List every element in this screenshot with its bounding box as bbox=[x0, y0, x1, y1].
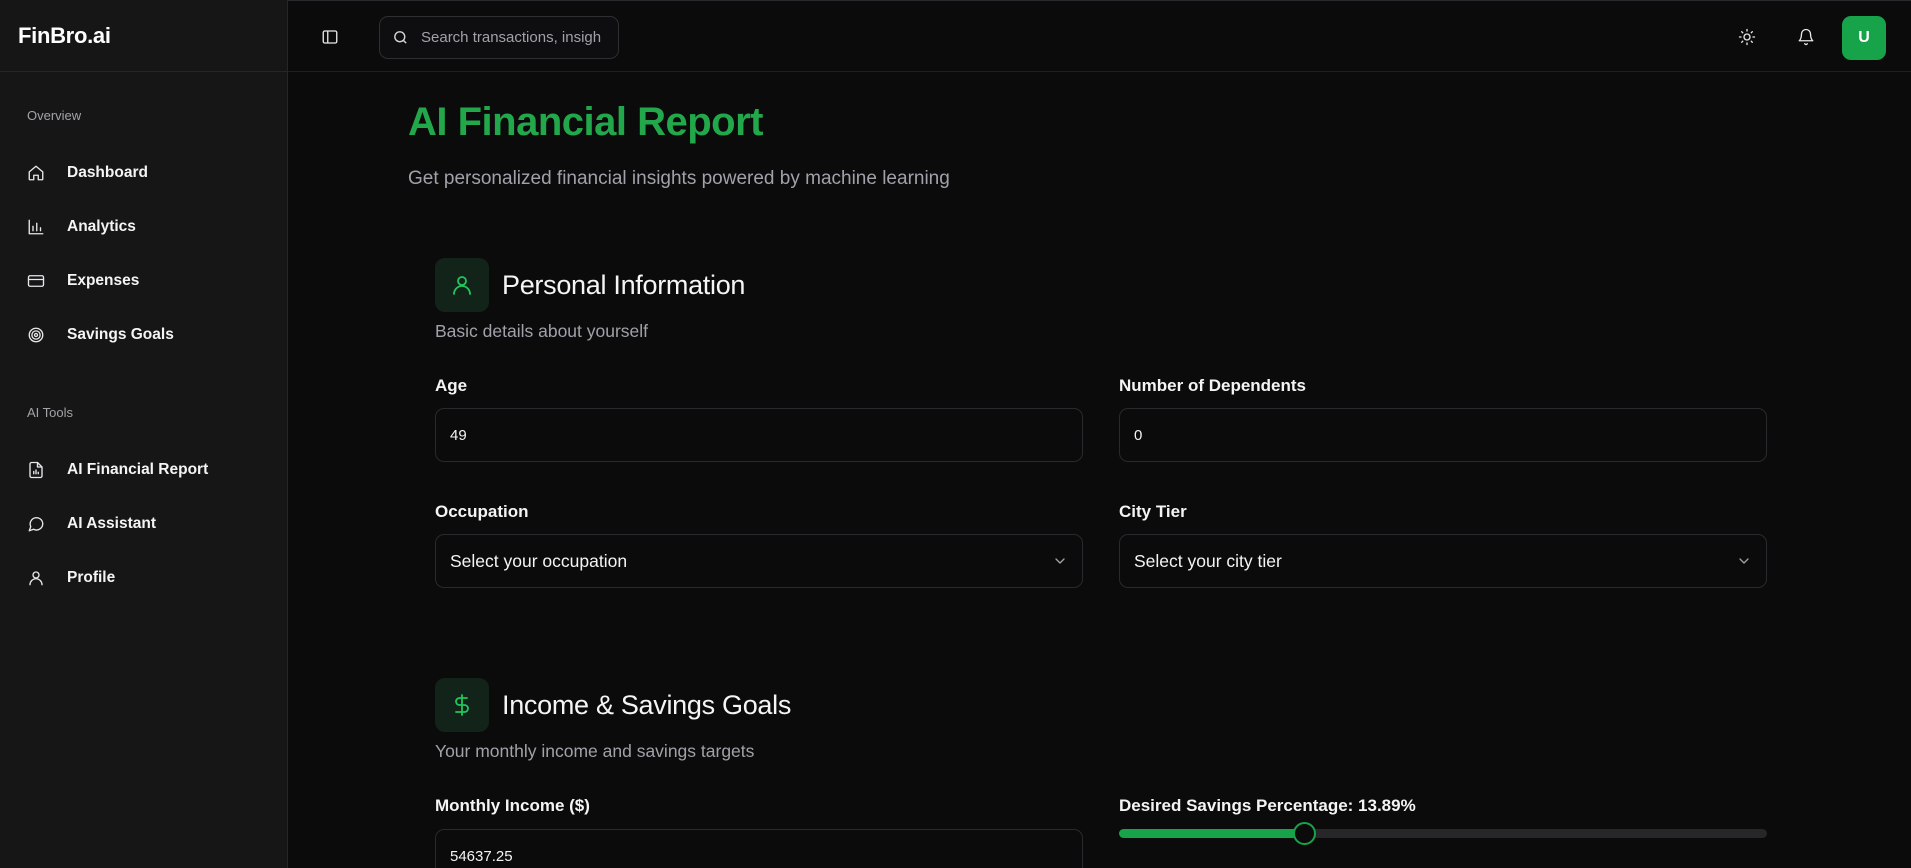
sidebar-item-dashboard[interactable]: Dashboard bbox=[12, 151, 276, 195]
nav-section-overview: Overview bbox=[27, 108, 82, 123]
target-icon bbox=[26, 325, 46, 345]
slider-thumb[interactable] bbox=[1293, 822, 1317, 845]
home-icon bbox=[26, 163, 46, 183]
topbar: U bbox=[288, 0, 1911, 72]
income-savings-description: Your monthly income and savings targets bbox=[435, 741, 755, 761]
sidebar-item-ai-financial-report[interactable]: AI Financial Report bbox=[12, 448, 276, 492]
avatar[interactable]: U bbox=[1842, 16, 1886, 60]
savings-percentage-label: Desired Savings Percentage: 13.89% bbox=[1119, 796, 1416, 815]
search-icon bbox=[394, 31, 407, 44]
nav-section-ai-tools: AI Tools bbox=[27, 405, 74, 420]
credit-card-icon bbox=[26, 271, 46, 291]
age-label: Age bbox=[435, 376, 468, 395]
sidebar-toggle-button[interactable] bbox=[318, 25, 342, 49]
monthly-income-label: Monthly Income ($) bbox=[435, 796, 590, 815]
dependents-label: Number of Dependents bbox=[1119, 376, 1307, 395]
chevron-down-icon bbox=[1739, 558, 1749, 564]
sidebar-item-analytics[interactable]: Analytics bbox=[12, 205, 276, 249]
monthly-income-input[interactable] bbox=[435, 829, 1083, 868]
notifications-button[interactable] bbox=[1794, 25, 1818, 49]
occupation-label: Occupation bbox=[435, 502, 529, 521]
sidebar-item-label: Savings Goals bbox=[67, 326, 174, 343]
dependents-input[interactable] bbox=[1119, 408, 1767, 462]
chevron-down-icon bbox=[1055, 558, 1065, 564]
sidebar-item-label: Profile bbox=[67, 569, 116, 586]
age-input[interactable] bbox=[435, 408, 1083, 462]
occupation-select[interactable]: Select your occupation bbox=[435, 534, 1083, 588]
personal-info-title: Personal Information bbox=[502, 270, 746, 300]
sidebar-item-label: AI Financial Report bbox=[67, 461, 209, 478]
dollar-sign-icon bbox=[455, 694, 469, 716]
sidebar-item-label: Analytics bbox=[67, 218, 136, 235]
file-chart-icon bbox=[26, 460, 46, 480]
page-subtitle: Get personalized financial insights powe… bbox=[408, 168, 950, 189]
savings-percentage-slider[interactable] bbox=[1119, 822, 1767, 845]
user-icon bbox=[453, 276, 471, 295]
brand-logo[interactable]: FinBro.ai bbox=[0, 0, 287, 72]
sun-icon bbox=[1738, 28, 1756, 46]
bar-chart-icon bbox=[26, 217, 46, 237]
sidebar-item-expenses[interactable]: Expenses bbox=[12, 259, 276, 303]
slider-fill bbox=[1119, 829, 1305, 838]
theme-toggle-button[interactable] bbox=[1735, 25, 1759, 49]
income-section-icon bbox=[435, 678, 489, 732]
city-tier-label: City Tier bbox=[1119, 502, 1187, 521]
city-tier-select-value: Select your city tier bbox=[1134, 550, 1282, 571]
bell-icon bbox=[1798, 28, 1814, 46]
sidebar-item-ai-assistant[interactable]: AI Assistant bbox=[12, 502, 276, 546]
income-savings-title: Income & Savings Goals bbox=[502, 690, 792, 720]
sidebar-toggle-icon bbox=[322, 30, 338, 44]
occupation-select-value: Select your occupation bbox=[450, 550, 628, 571]
sidebar-item-profile[interactable]: Profile bbox=[12, 556, 276, 600]
message-circle-icon bbox=[26, 514, 46, 534]
user-icon bbox=[26, 568, 46, 588]
personal-info-description: Basic details about yourself bbox=[435, 321, 649, 341]
sidebar: FinBro.ai Overview Dashboard Analytics E… bbox=[0, 0, 288, 868]
search-box[interactable] bbox=[379, 16, 619, 59]
sidebar-item-savings-goals[interactable]: Savings Goals bbox=[12, 313, 276, 357]
page-title: AI Financial Report bbox=[408, 100, 764, 144]
sidebar-item-label: AI Assistant bbox=[67, 515, 157, 532]
sidebar-item-label: Expenses bbox=[67, 272, 140, 289]
search-input[interactable] bbox=[421, 29, 601, 46]
personal-info-section-icon bbox=[435, 258, 489, 312]
sidebar-item-label: Dashboard bbox=[67, 164, 148, 181]
city-tier-select[interactable]: Select your city tier bbox=[1119, 534, 1767, 588]
